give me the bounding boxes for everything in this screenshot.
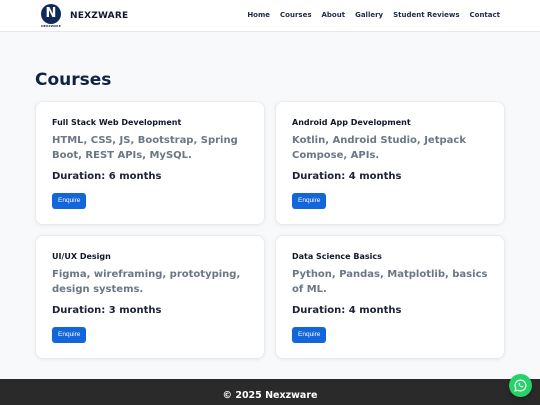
course-description: Kotlin, Android Studio, Jetpack Compose,… [292, 135, 466, 161]
nav-home[interactable]: Home [247, 11, 270, 19]
whatsapp-icon [514, 379, 527, 392]
courses-heading: Courses [35, 70, 112, 90]
whatsapp-chat-button[interactable] [509, 374, 532, 397]
enquire-button[interactable]: Enquire [52, 327, 87, 343]
course-title: Android App Development [292, 118, 411, 127]
brand-name: NEXZWARE [70, 11, 129, 21]
nav-contact[interactable]: Contact [470, 11, 501, 19]
enquire-button[interactable]: Enquire [52, 193, 87, 209]
course-card-fullstack: Full Stack Web Development HTML, CSS, JS… [35, 101, 265, 225]
course-card-uiux: UI/UX Design Figma, wireframing, prototy… [35, 235, 265, 359]
nav-student-reviews[interactable]: Student Reviews [393, 11, 459, 19]
course-duration: Duration: 6 months [52, 171, 162, 182]
nav-menu: Home Courses About Gallery Student Revie… [237, 11, 500, 19]
course-duration: Duration: 4 months [292, 171, 402, 182]
copyright-text: © 2025 Nexzware [222, 390, 318, 401]
nav-about[interactable]: About [322, 11, 346, 19]
nav-courses[interactable]: Courses [280, 11, 311, 19]
enquire-button[interactable]: Enquire [292, 193, 327, 209]
nav-gallery[interactable]: Gallery [355, 11, 383, 19]
course-duration: Duration: 3 months [52, 305, 162, 316]
top-navbar: N NEXZWARE NEXZWARE Home Courses About G… [0, 0, 540, 32]
course-duration: Duration: 4 months [292, 305, 402, 316]
brand[interactable]: N NEXZWARE NEXZWARE [40, 4, 128, 28]
course-title: Data Science Basics [292, 252, 382, 261]
course-description: HTML, CSS, JS, Bootstrap, Spring Boot, R… [52, 135, 238, 161]
course-description: Figma, wireframing, prototyping, design … [52, 269, 241, 295]
course-title: UI/UX Design [52, 252, 111, 261]
course-card-android: Android App Development Kotlin, Android … [275, 101, 505, 225]
brand-logo: N NEXZWARE [40, 4, 62, 28]
course-title: Full Stack Web Development [52, 118, 182, 127]
footer: © 2025 Nexzware [0, 379, 540, 405]
course-description: Python, Pandas, Matplotlib, basics of ML… [292, 269, 488, 295]
logo-text: NEXZWARE [41, 24, 61, 28]
enquire-button[interactable]: Enquire [292, 327, 327, 343]
course-card-datascience: Data Science Basics Python, Pandas, Matp… [275, 235, 505, 359]
logo-letter: N [41, 4, 61, 24]
